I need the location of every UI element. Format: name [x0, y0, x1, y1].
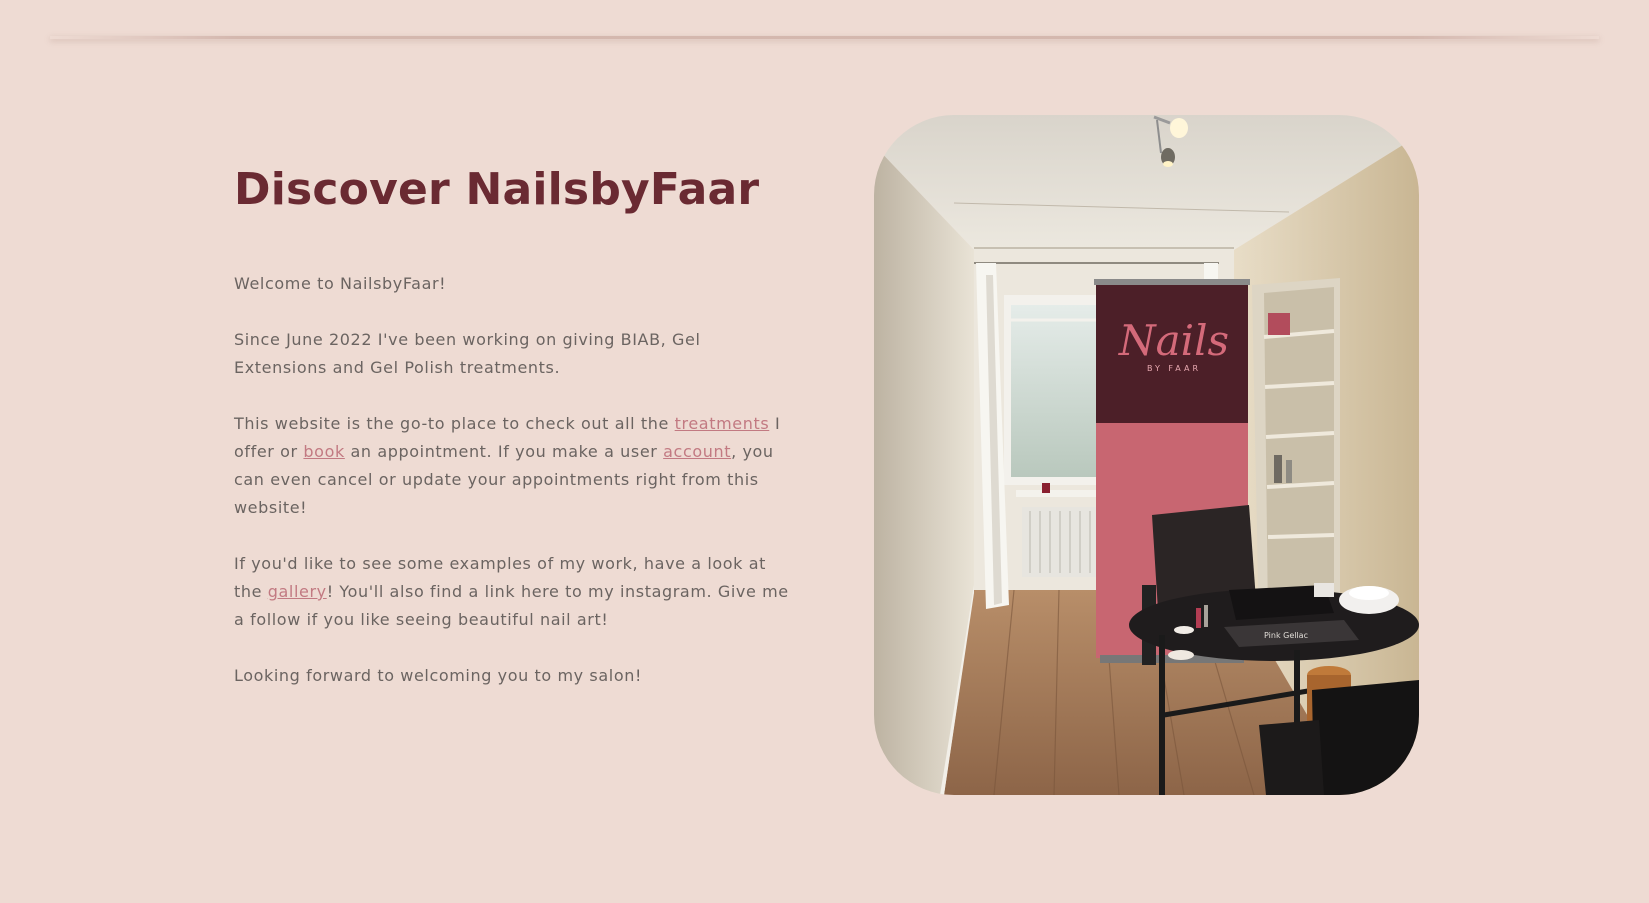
- website-text-3: an appointment. If you make a user: [344, 442, 664, 461]
- welcome-paragraph: Welcome to NailsbyFaar!: [234, 274, 447, 293]
- intro-text: Welcome to NailsbyFaar! Since June 2022 …: [234, 270, 794, 690]
- mat-label: Pink Gellac: [1264, 631, 1308, 640]
- intro-section: Discover NailsbyFaar Welcome to NailsbyF…: [234, 150, 794, 718]
- treatments-link[interactable]: treatments: [675, 414, 770, 433]
- website-text-1: This website is the go-to place to check…: [234, 414, 675, 433]
- banner-logo: Nails: [1118, 316, 1229, 365]
- closing-paragraph: Looking forward to welcoming you to my s…: [234, 666, 642, 685]
- since-paragraph: Since June 2022 I've been working on giv…: [234, 330, 701, 377]
- banner-logo-sub: BY FAAR: [1147, 364, 1201, 373]
- account-link[interactable]: account: [663, 442, 731, 461]
- gallery-link[interactable]: gallery: [268, 582, 327, 601]
- website-paragraph: This website is the go-to place to check…: [234, 410, 794, 522]
- book-link[interactable]: book: [303, 442, 344, 461]
- salon-photo: Nails BY FAAR Pink Gellac: [874, 115, 1419, 795]
- page-title: Discover NailsbyFaar: [234, 164, 760, 215]
- header-divider: [50, 36, 1599, 39]
- gallery-paragraph: If you'd like to see some examples of my…: [234, 550, 794, 634]
